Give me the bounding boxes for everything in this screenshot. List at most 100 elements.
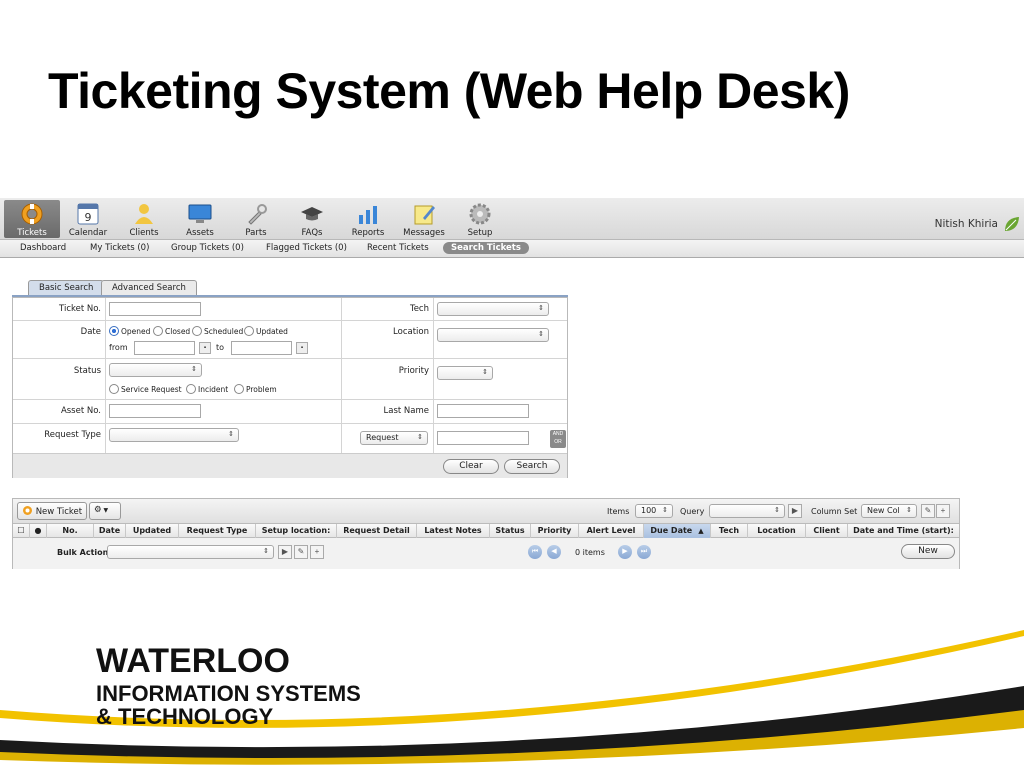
toolbar-label: Assets — [186, 228, 214, 238]
toolbar-item-messages[interactable]: Messages — [396, 200, 452, 238]
radio-scheduled[interactable]: Scheduled — [192, 326, 243, 336]
updown-icon: ⇕ — [417, 433, 423, 441]
column-header[interactable]: Request Type — [179, 524, 256, 538]
subnav-search-tickets[interactable]: Search Tickets — [443, 242, 529, 254]
column-header[interactable]: Date — [94, 524, 126, 538]
query-label: Query — [680, 507, 705, 516]
toolbar-item-calendar[interactable]: 9 Calendar — [60, 200, 116, 238]
user-name[interactable]: Nitish Khiria — [935, 218, 998, 230]
column-header[interactable]: Request Detail — [337, 524, 417, 538]
toolbar-item-tickets[interactable]: Tickets — [4, 200, 60, 238]
column-header[interactable]: Tech — [711, 524, 748, 538]
radio-problem[interactable]: Problem — [234, 384, 277, 394]
play-icon[interactable]: ▶ — [278, 545, 292, 559]
radio-label: Opened — [121, 327, 151, 336]
sorted-column-label: Due Date — [650, 526, 693, 535]
gear-icon: ⚙ — [94, 505, 102, 515]
bullet-column-icon: ● — [30, 524, 47, 538]
toolbar-item-faqs[interactable]: FAQs — [284, 200, 340, 238]
radio-dot — [192, 326, 202, 336]
radio-closed[interactable]: Closed — [153, 326, 190, 336]
form-row: Date Opened Closed Scheduled Updated fro… — [13, 321, 567, 359]
column-header[interactable]: Updated — [126, 524, 179, 538]
column-header[interactable]: Date and Time (start): — [848, 524, 959, 538]
column-header[interactable]: Latest Notes — [417, 524, 490, 538]
radio-dot — [234, 384, 244, 394]
plus-icon[interactable]: + — [310, 545, 324, 559]
main-toolbar: Tickets 9 Calendar Clients Assets Parts … — [0, 198, 1024, 240]
toolbar-item-assets[interactable]: Assets — [172, 200, 228, 238]
toolbar-item-reports[interactable]: Reports — [340, 200, 396, 238]
last-name-input[interactable] — [437, 404, 529, 418]
last-page-icon[interactable]: ⏭ — [637, 545, 651, 559]
radio-incident[interactable]: Incident — [186, 384, 228, 394]
subnav-recent-tickets[interactable]: Recent Tickets — [367, 243, 429, 253]
radio-dot — [186, 384, 196, 394]
clear-button[interactable]: Clear — [443, 459, 499, 474]
request-type-select[interactable]: ⇕ — [109, 428, 239, 442]
pencil-icon[interactable]: ✎ — [921, 504, 935, 518]
status-select[interactable]: ⇕ — [109, 363, 202, 377]
calendar-picker-icon[interactable]: ▪ — [296, 342, 308, 354]
results-toolbar: New Ticket ⚙ ▼ Items 100 ⇕ Query ⇕ ▶ Colu… — [13, 499, 959, 524]
pencil-icon[interactable]: ✎ — [294, 545, 308, 559]
items-per-page-select[interactable]: 100 ⇕ — [635, 504, 673, 518]
item-count: 0 items — [575, 548, 605, 557]
column-header[interactable]: Location — [748, 524, 806, 538]
actions-menu-button[interactable]: ⚙ ▼ — [89, 502, 121, 520]
next-page-icon[interactable]: ▶ — [618, 545, 632, 559]
column-set-select[interactable]: New Col ⇕ — [861, 504, 917, 518]
toolbar-item-clients[interactable]: Clients — [116, 200, 172, 238]
tab-basic-search[interactable]: Basic Search — [28, 280, 105, 295]
bulk-action-select[interactable]: ⇕ — [107, 545, 274, 559]
column-header[interactable]: Status — [490, 524, 531, 538]
date-to-input[interactable] — [231, 341, 292, 355]
radio-dot — [109, 384, 119, 394]
column-header[interactable]: No. — [47, 524, 94, 538]
subnav-dashboard[interactable]: Dashboard — [20, 243, 66, 253]
date-label: Date — [80, 327, 101, 337]
calendar-picker-icon[interactable]: ▪ — [199, 342, 211, 354]
plus-icon[interactable]: + — [936, 504, 950, 518]
location-select[interactable]: ⇕ — [437, 328, 549, 342]
column-header[interactable]: Setup location: — [256, 524, 337, 538]
first-page-icon[interactable]: ⏮ — [528, 545, 542, 559]
slide-title: Ticketing System (Web Help Desk) — [48, 63, 850, 119]
request-field-select[interactable]: Request ⇕ — [360, 431, 428, 445]
radio-service-request[interactable]: Service Request — [109, 384, 182, 394]
date-from-input[interactable] — [134, 341, 195, 355]
previous-page-icon[interactable]: ◀ — [547, 545, 561, 559]
ticket-no-input[interactable] — [109, 302, 201, 316]
search-button[interactable]: Search — [504, 459, 560, 474]
toolbar-item-setup[interactable]: Setup — [452, 200, 508, 238]
lifebuoy-icon — [21, 203, 43, 225]
column-header[interactable]: Alert Level — [579, 524, 644, 538]
column-header[interactable]: Client — [806, 524, 848, 538]
updown-icon: ⇕ — [538, 330, 544, 338]
gear-icon — [469, 203, 491, 225]
column-header-sorted[interactable]: Due Date ▲ — [644, 524, 711, 538]
priority-select[interactable]: ⇕ — [437, 366, 493, 380]
tech-select[interactable]: ⇕ — [437, 302, 549, 316]
tech-label: Tech — [409, 304, 429, 314]
column-set-label: Column Set — [811, 507, 858, 516]
subnav-group-tickets[interactable]: Group Tickets (0) — [171, 243, 244, 253]
radio-opened[interactable]: Opened — [109, 326, 150, 336]
new-button[interactable]: New — [901, 544, 955, 559]
asset-no-input[interactable] — [109, 404, 201, 418]
radio-updated[interactable]: Updated — [244, 326, 288, 336]
request-field-input[interactable] — [437, 431, 529, 445]
subnav-flagged-tickets[interactable]: Flagged Tickets (0) — [266, 243, 347, 253]
tab-advanced-search[interactable]: Advanced Search — [101, 280, 197, 295]
column-header[interactable]: Priority — [531, 524, 579, 538]
form-footer: Clear Search — [13, 453, 567, 478]
select-all-checkbox[interactable]: ☐ — [13, 524, 30, 538]
subnav-my-tickets[interactable]: My Tickets (0) — [90, 243, 149, 253]
and-or-toggle[interactable]: AND OR — [550, 430, 566, 448]
radio-dot — [153, 326, 163, 336]
query-select[interactable]: ⇕ — [709, 504, 785, 518]
toolbar-item-parts[interactable]: Parts — [228, 200, 284, 238]
updown-icon: ⇕ — [774, 506, 780, 514]
play-icon[interactable]: ▶ — [788, 504, 802, 518]
new-ticket-button[interactable]: New Ticket — [17, 502, 88, 520]
